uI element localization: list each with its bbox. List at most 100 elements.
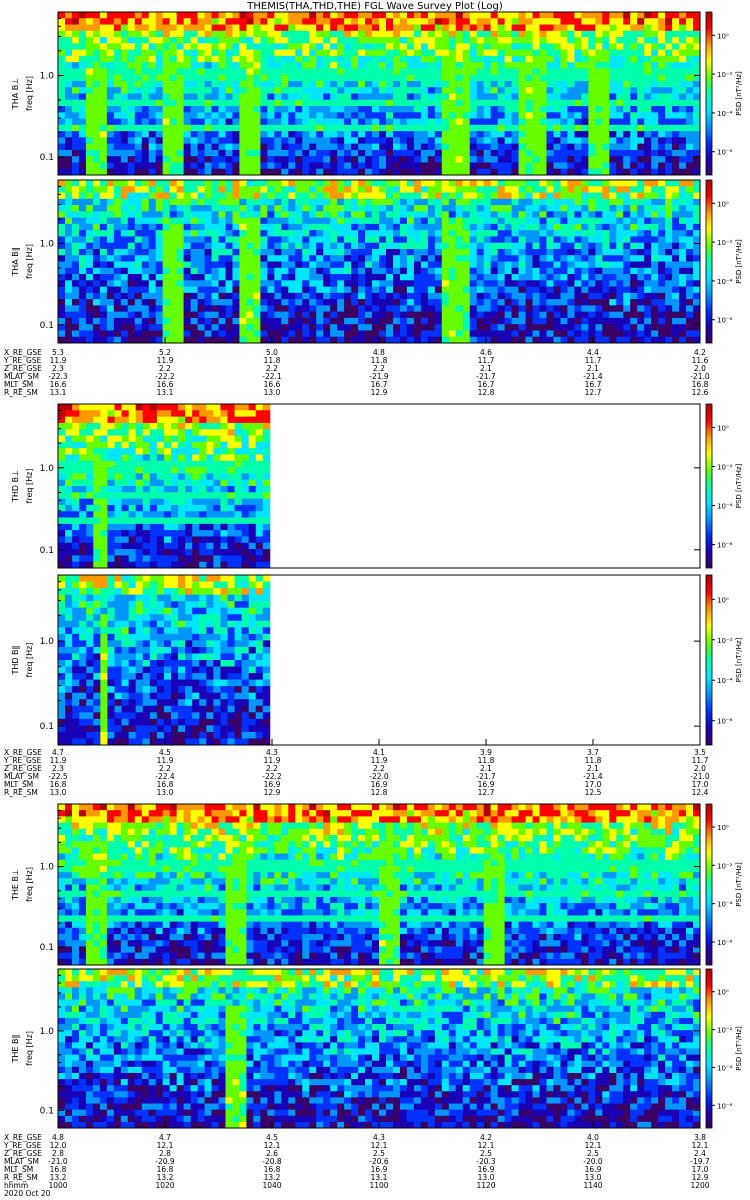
spectrogram-cell (163, 416, 172, 424)
spectrogram-cell (358, 68, 366, 76)
spectrogram-cell (358, 24, 366, 32)
spectrogram-cell (99, 330, 108, 338)
spectrogram-cell (504, 55, 512, 63)
spectrogram-cell (637, 299, 645, 306)
spectrogram-cell (218, 261, 226, 269)
spectrogram-cell (546, 43, 554, 51)
spectrogram-cell (420, 37, 429, 44)
spectrogram-cell (441, 180, 450, 187)
spectrogram-cell (469, 149, 478, 157)
spectrogram-cell (134, 137, 143, 145)
spectrogram-cell (134, 261, 143, 269)
spectrogram-cell (602, 112, 610, 119)
spectrogram-cell (441, 261, 450, 269)
spectrogram-cell (616, 248, 624, 256)
spectrogram-cell (218, 242, 226, 250)
spectrogram-cell (113, 118, 122, 126)
spectrogram-cell (609, 162, 617, 170)
spectrogram-cell (64, 292, 73, 300)
spectrogram-cell (651, 261, 659, 269)
spectrogram-cell (637, 137, 645, 145)
spectrogram-cell (351, 24, 359, 32)
spectrogram-cell (441, 324, 450, 331)
spectrogram-cell (532, 162, 540, 170)
spectrogram-cell (78, 62, 87, 69)
spectrogram-cell (511, 156, 519, 163)
spectrogram-cell (483, 223, 492, 231)
spectrogram-cell (560, 205, 568, 212)
spectrogram-cell (78, 186, 87, 193)
spectrogram-cell (553, 198, 561, 206)
spectrogram-cell (616, 62, 624, 69)
spectrogram-cell (351, 93, 359, 101)
spectrogram-cell (274, 168, 282, 176)
spectrogram-cell (385, 242, 394, 250)
spectrogram-cell (134, 149, 143, 157)
spectrogram-cell (260, 198, 268, 206)
spectrogram-cell (267, 143, 275, 151)
spectrogram-cell (169, 217, 178, 225)
spectrogram-cell (630, 305, 638, 313)
spectrogram-cell (406, 87, 415, 94)
spectrogram-cell (672, 55, 680, 63)
spectrogram-cell (399, 168, 408, 176)
spectrogram-cell (141, 205, 150, 212)
spectrogram-cell (220, 404, 228, 411)
spectrogram-cell (602, 317, 610, 325)
spectrogram-cell (567, 168, 575, 176)
spectrogram-cell (183, 149, 191, 157)
spectrogram-cell (455, 274, 464, 281)
spectrogram-cell (239, 330, 247, 338)
spectrogram-cell (162, 80, 171, 88)
spectrogram-cell (288, 162, 296, 170)
spectrogram-cell (658, 62, 666, 69)
spectrogram-cell (532, 198, 540, 206)
spectrogram-cell (113, 324, 122, 331)
spectrogram-cell (567, 305, 575, 313)
spectrogram-cell (218, 317, 226, 325)
spectrogram-cell (504, 242, 512, 250)
spectrogram-cell (602, 30, 610, 38)
spectrogram-cell (225, 43, 233, 51)
spectrogram-cell (469, 62, 478, 69)
spectrogram-cell (190, 230, 198, 237)
spectrogram-cell (197, 30, 205, 38)
spectrogram-cell (448, 124, 457, 132)
spectrogram-cell (134, 49, 143, 57)
spectrogram-cell (344, 24, 352, 32)
spectrogram-cell (358, 317, 366, 325)
spectrogram-cell (448, 80, 457, 88)
spectrogram-cell (107, 410, 115, 418)
spectrogram-cell (413, 267, 422, 275)
spectrogram-cell (518, 74, 526, 82)
spectrogram-cell (344, 49, 352, 57)
spectrogram-cell (420, 80, 429, 88)
spectrogram-cell (497, 261, 506, 269)
spectrogram-cell (58, 124, 66, 132)
spectrogram-cell (337, 261, 345, 269)
spectrogram-cell (413, 280, 422, 287)
spectrogram-cell (232, 124, 240, 132)
spectrogram-cell (274, 248, 282, 256)
spectrogram-cell (497, 99, 506, 107)
spectrogram-cell (162, 211, 171, 219)
spectrogram-cell (246, 192, 254, 200)
spectrogram-cell (190, 156, 198, 163)
spectrogram-cell (78, 149, 87, 157)
spectrogram-cell (155, 317, 164, 325)
spectrogram-cell (58, 137, 66, 145)
spectrogram-cell (392, 248, 401, 256)
spectrogram-cell (323, 280, 331, 287)
spectrogram-cell (497, 156, 506, 163)
spectrogram-cell (169, 305, 178, 313)
spectrogram-cell (672, 198, 680, 206)
spectrogram-cell (197, 62, 205, 69)
spectrogram-cell (190, 24, 198, 32)
spectrogram-cell (351, 74, 359, 82)
spectrogram-cell (609, 37, 617, 44)
spectrogram-cell (651, 223, 659, 231)
spectrogram-cell (588, 43, 596, 51)
spectrogram-cell (113, 137, 122, 145)
spectrogram-cell (148, 280, 157, 287)
spectrogram-cell (232, 87, 240, 94)
